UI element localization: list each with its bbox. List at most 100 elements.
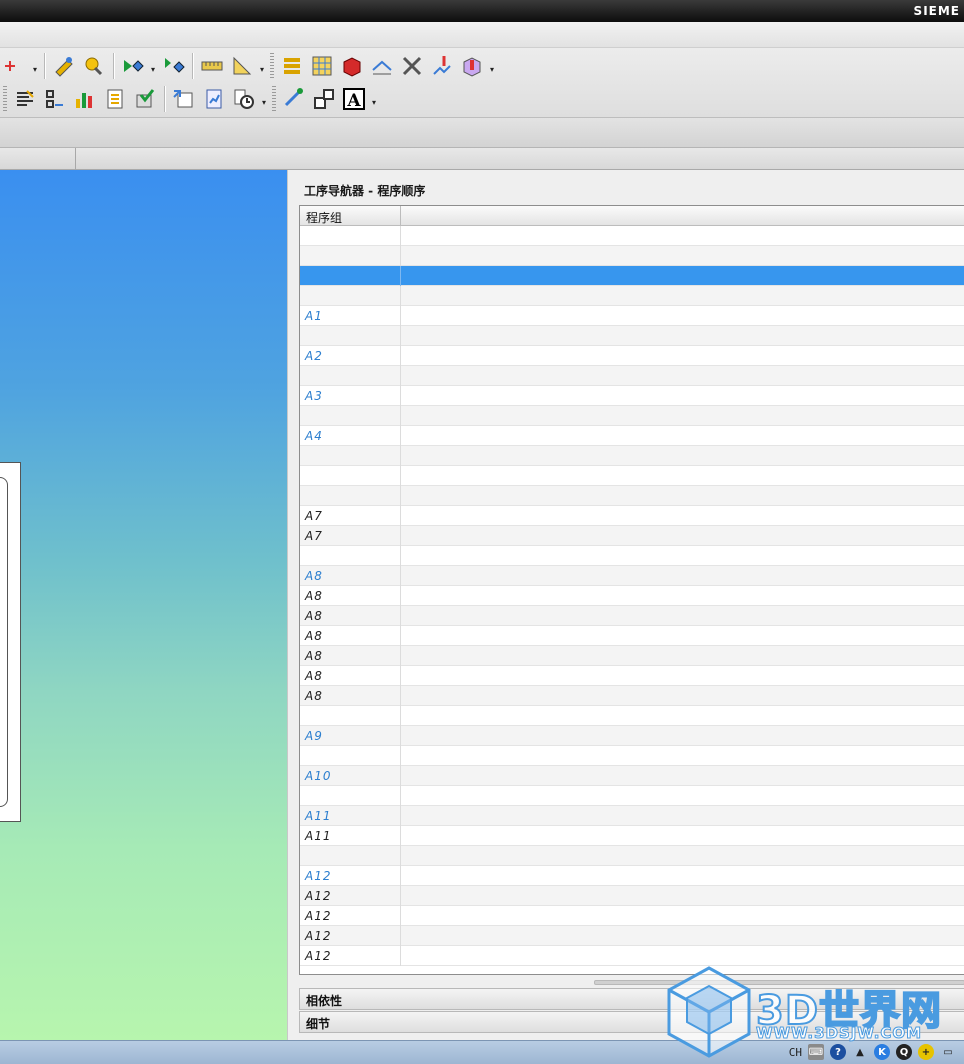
toolbar-grip[interactable]: [270, 53, 274, 79]
table-row[interactable]: A8: [300, 626, 964, 646]
table-row[interactable]: [300, 366, 964, 386]
toolbar-grip[interactable]: [272, 86, 276, 112]
program-group-cell[interactable]: A4: [305, 429, 323, 443]
table-row[interactable]: A12: [300, 926, 964, 946]
table-row[interactable]: [300, 266, 964, 286]
table-row[interactable]: [300, 466, 964, 486]
table-row[interactable]: A7: [300, 506, 964, 526]
keyboard-icon[interactable]: ⌨: [808, 1044, 824, 1060]
program-group-cell[interactable]: A12: [305, 949, 331, 963]
horizontal-scrollbar[interactable]: [299, 978, 964, 986]
verify-icon[interactable]: [118, 52, 148, 80]
table-row[interactable]: [300, 546, 964, 566]
doc-icon[interactable]: [100, 85, 130, 113]
details-section[interactable]: 细节: [299, 1011, 964, 1033]
help-icon[interactable]: ?: [830, 1044, 846, 1060]
table-row[interactable]: A12: [300, 906, 964, 926]
path-icon[interactable]: [367, 52, 397, 80]
rotate-icon[interactable]: [279, 85, 309, 113]
info-icon[interactable]: [457, 52, 487, 80]
table-row[interactable]: [300, 326, 964, 346]
expand-tray-icon[interactable]: ▲: [852, 1044, 868, 1060]
program-group-cell[interactable]: A8: [305, 609, 323, 623]
table-row[interactable]: A7: [300, 526, 964, 546]
program-group-cell[interactable]: A3: [305, 389, 323, 403]
table-row[interactable]: [300, 446, 964, 466]
program-group-cell[interactable]: A2: [305, 349, 323, 363]
method-icon[interactable]: [307, 52, 337, 80]
operation-icon[interactable]: [0, 52, 30, 80]
table-row[interactable]: A12: [300, 866, 964, 886]
list-icon[interactable]: [10, 85, 40, 113]
k-app-icon[interactable]: K: [874, 1044, 890, 1060]
scrollbar-thumb[interactable]: [594, 980, 964, 985]
column-header[interactable]: 程序组: [300, 206, 964, 226]
table-row[interactable]: A8: [300, 646, 964, 666]
language-indicator[interactable]: CH: [789, 1046, 802, 1059]
program-group-cell[interactable]: A12: [305, 869, 331, 883]
dropdown-arrow[interactable]: ▾: [487, 52, 497, 80]
program-group-cell[interactable]: A7: [305, 529, 323, 543]
table-row[interactable]: [300, 406, 964, 426]
dropdown-arrow[interactable]: ▾: [30, 52, 40, 80]
dependencies-section[interactable]: 相依性: [299, 988, 964, 1010]
chart-icon[interactable]: [70, 85, 100, 113]
program-group-cell[interactable]: A9: [305, 729, 323, 743]
table-row[interactable]: A8: [300, 686, 964, 706]
program-group-cell[interactable]: A12: [305, 889, 331, 903]
graphics-viewport[interactable]: [0, 170, 287, 1040]
table-row[interactable]: A2: [300, 346, 964, 366]
export-icon[interactable]: [169, 85, 199, 113]
path-verify-icon[interactable]: [158, 52, 188, 80]
program-group-cell[interactable]: A7: [305, 509, 323, 523]
machine-icon[interactable]: [427, 52, 457, 80]
step-icon[interactable]: [40, 85, 70, 113]
geometry-icon[interactable]: [49, 52, 79, 80]
program-group-cell[interactable]: A11: [305, 829, 331, 843]
table-row[interactable]: A9: [300, 726, 964, 746]
time-icon[interactable]: [229, 85, 259, 113]
program-icon[interactable]: [277, 52, 307, 80]
table-row[interactable]: A8: [300, 666, 964, 686]
measure-icon[interactable]: [197, 52, 227, 80]
angle-icon[interactable]: [227, 52, 257, 80]
table-row[interactable]: A10: [300, 766, 964, 786]
table-row[interactable]: [300, 286, 964, 306]
table-row[interactable]: A11: [300, 826, 964, 846]
program-group-cell[interactable]: A8: [305, 669, 323, 683]
dropdown-arrow[interactable]: ▾: [259, 85, 269, 113]
tools-icon[interactable]: [397, 52, 427, 80]
table-row[interactable]: [300, 706, 964, 726]
network-icon[interactable]: ▭: [940, 1044, 956, 1060]
dropdown-arrow[interactable]: ▾: [257, 52, 267, 80]
text-icon[interactable]: A: [339, 85, 369, 113]
program-group-cell[interactable]: A8: [305, 649, 323, 663]
program-group-cell[interactable]: A12: [305, 909, 331, 923]
program-group-cell[interactable]: A8: [305, 569, 323, 583]
qq-icon[interactable]: Q: [896, 1044, 912, 1060]
check-icon[interactable]: [130, 85, 160, 113]
column-divider[interactable]: [400, 206, 401, 226]
table-row[interactable]: A11: [300, 806, 964, 826]
plus-app-icon[interactable]: +: [918, 1044, 934, 1060]
program-group-cell[interactable]: A8: [305, 589, 323, 603]
workpiece-icon[interactable]: [337, 52, 367, 80]
dropdown-arrow[interactable]: ▾: [148, 52, 158, 80]
table-row[interactable]: A1: [300, 306, 964, 326]
table-row[interactable]: [300, 226, 964, 246]
toolbar-grip[interactable]: [3, 86, 7, 112]
resize-icon[interactable]: [309, 85, 339, 113]
program-group-cell[interactable]: A8: [305, 629, 323, 643]
table-row[interactable]: [300, 846, 964, 866]
table-row[interactable]: A8: [300, 606, 964, 626]
table-row[interactable]: A8: [300, 566, 964, 586]
program-group-cell[interactable]: A10: [305, 769, 331, 783]
table-row[interactable]: A4: [300, 426, 964, 446]
table-row[interactable]: A3: [300, 386, 964, 406]
program-group-cell[interactable]: A1: [305, 309, 323, 323]
report-icon[interactable]: [199, 85, 229, 113]
table-row[interactable]: [300, 486, 964, 506]
table-row[interactable]: [300, 246, 964, 266]
dropdown-arrow[interactable]: ▾: [369, 85, 379, 113]
table-row[interactable]: [300, 786, 964, 806]
